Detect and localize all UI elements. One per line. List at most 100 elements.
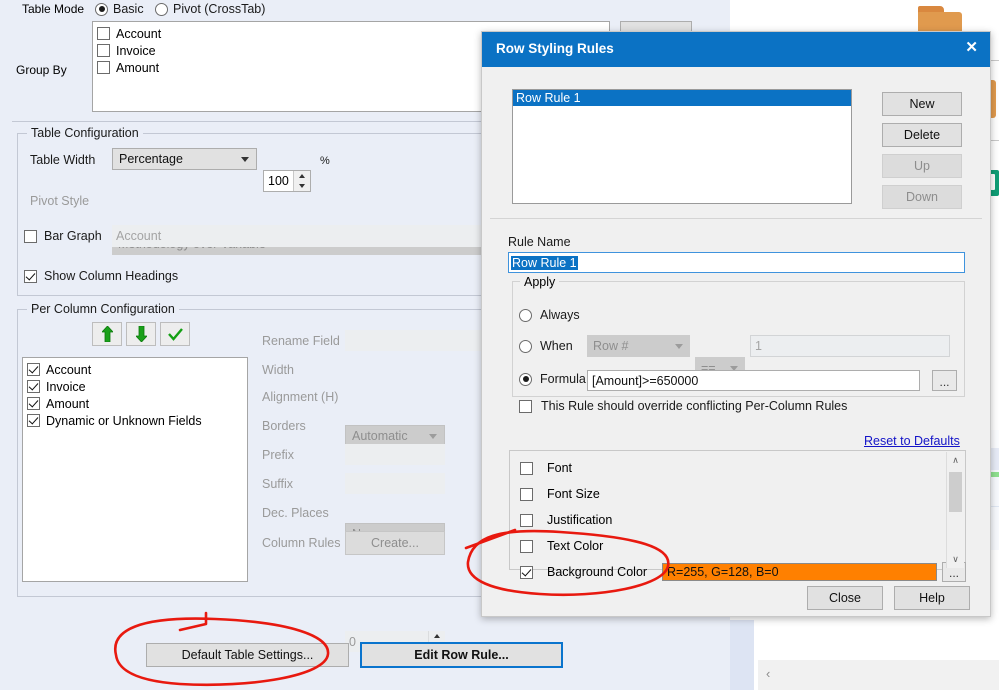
apply-group-title: Apply xyxy=(520,275,560,289)
font-size-checkbox[interactable] xyxy=(520,487,533,501)
suffix-input xyxy=(345,473,445,494)
width-value: Automatic xyxy=(352,428,408,443)
check-all-button[interactable] xyxy=(160,322,190,346)
percent-sign: % xyxy=(320,155,330,167)
create-column-rules-button[interactable]: Create... xyxy=(345,531,445,555)
style-option-font-size[interactable]: Font Size xyxy=(520,485,600,503)
rule-name-value: Row Rule 1 xyxy=(511,255,578,270)
style-option-justification[interactable]: Justification xyxy=(520,511,612,529)
group-by-label: Group By xyxy=(16,63,67,77)
column-account-checkbox[interactable] xyxy=(27,363,40,376)
table-width-value: Percentage xyxy=(119,152,183,166)
rename-field-label: Rename Field xyxy=(262,334,340,348)
formula-browse-button[interactable]: ... xyxy=(932,370,957,391)
background-color-swatch[interactable]: R=255, G=128, B=0 xyxy=(662,563,937,581)
radio-apply-always[interactable]: Always xyxy=(519,308,580,322)
group-by-invoice-checkbox[interactable] xyxy=(97,44,110,57)
delete-rule-button[interactable]: Delete xyxy=(882,123,962,147)
scroll-down-arrow-icon[interactable]: ∨ xyxy=(947,551,964,568)
per-column-listbox[interactable]: Account Invoice Amount Dynamic or Unknow… xyxy=(22,357,248,582)
formula-value: [Amount]>=650000 xyxy=(592,373,699,388)
dec-places-value: 0 xyxy=(349,634,356,649)
group-by-account-checkbox[interactable] xyxy=(97,27,110,40)
scrollbar-thumb[interactable] xyxy=(949,472,962,512)
column-amount-checkbox[interactable] xyxy=(27,397,40,410)
width-select: Automatic xyxy=(345,425,445,446)
list-item[interactable]: Amount xyxy=(23,395,247,412)
rule-name-input[interactable]: Row Rule 1 xyxy=(508,252,965,273)
column-invoice-checkbox[interactable] xyxy=(27,380,40,393)
list-item[interactable]: Account xyxy=(23,361,247,378)
override-rules-checkbox[interactable] xyxy=(519,399,532,413)
radio-table-mode-basic[interactable]: Basic xyxy=(95,2,144,16)
alignment-label: Alignment (H) xyxy=(262,390,339,404)
font-checkbox[interactable] xyxy=(520,461,533,475)
font-label: Font xyxy=(547,461,573,475)
bar-graph-checkbox[interactable] xyxy=(24,229,37,243)
background-color-checkbox[interactable] xyxy=(520,565,533,579)
radio-pivot-label: Pivot (CrossTab) xyxy=(173,2,266,16)
text-color-checkbox[interactable] xyxy=(520,539,533,553)
dialog-title: Row Styling Rules xyxy=(496,41,614,56)
rules-listbox[interactable]: Row Rule 1 xyxy=(512,89,852,204)
style-option-text-color[interactable]: Text Color xyxy=(520,537,603,555)
table-width-label: Table Width xyxy=(30,153,96,167)
close-icon[interactable]: ✕ xyxy=(965,40,978,56)
show-column-headings-label: Show Column Headings xyxy=(44,269,179,283)
stepper-arrows[interactable] xyxy=(293,171,310,191)
default-table-settings-button[interactable]: Default Table Settings... xyxy=(146,643,349,667)
scroll-left-arrow-icon[interactable]: ‹ xyxy=(766,666,780,682)
radio-basic-icon xyxy=(95,2,108,16)
dialog-help-button[interactable]: Help xyxy=(894,586,970,610)
rule-list-item[interactable]: Row Rule 1 xyxy=(513,90,851,106)
borders-label: Borders xyxy=(262,419,306,433)
move-rule-up-label: Up xyxy=(914,159,930,173)
move-rule-down-button[interactable]: Down xyxy=(882,185,962,209)
table-configuration-title: Table Configuration xyxy=(27,126,143,140)
override-rules-row[interactable]: This Rule should override conflicting Pe… xyxy=(519,399,847,413)
radio-formula-icon xyxy=(519,372,532,386)
edit-row-rule-button[interactable]: Edit Row Rule... xyxy=(360,642,563,668)
show-column-headings-checkbox[interactable] xyxy=(24,269,37,283)
reset-to-defaults-link[interactable]: Reset to Defaults xyxy=(864,434,960,448)
dialog-close-label: Close xyxy=(829,591,861,605)
formula-input[interactable]: [Amount]>=650000 xyxy=(587,370,920,391)
list-item[interactable]: Invoice xyxy=(23,378,247,395)
chevron-down-icon xyxy=(675,344,683,349)
column-invoice-label: Invoice xyxy=(46,379,86,394)
radio-apply-formula[interactable]: Formula xyxy=(519,372,586,386)
table-width-number-stepper[interactable]: 100 xyxy=(263,170,311,192)
list-item[interactable]: Dynamic or Unknown Fields xyxy=(23,412,247,429)
column-dynamic-checkbox[interactable] xyxy=(27,414,40,427)
rule-name-label: Rule Name xyxy=(508,235,571,249)
style-option-font[interactable]: Font xyxy=(520,459,572,477)
style-options-scrollbar[interactable]: ∧ ∨ xyxy=(946,452,964,568)
column-account-label: Account xyxy=(46,362,92,377)
horizontal-scrollbar[interactable] xyxy=(758,660,999,690)
move-down-button[interactable] xyxy=(126,322,156,346)
show-column-headings-row[interactable]: Show Column Headings xyxy=(24,269,178,283)
chevron-down-icon xyxy=(241,157,249,162)
move-rule-up-button[interactable]: Up xyxy=(882,154,962,178)
new-rule-label: New xyxy=(909,97,935,111)
group-by-invoice-label: Invoice xyxy=(116,43,156,58)
table-width-number-value: 100 xyxy=(268,174,289,188)
scroll-up-arrow-icon[interactable]: ∧ xyxy=(947,452,964,469)
dialog-close-button[interactable]: Close xyxy=(807,586,883,610)
pivot-style-label: Pivot Style xyxy=(30,194,90,208)
move-rule-down-label: Down xyxy=(906,190,938,204)
radio-always-label: Always xyxy=(540,308,580,322)
style-options-panel: Font Font Size Justification Text Color … xyxy=(509,450,966,582)
radio-apply-when[interactable]: When xyxy=(519,339,573,353)
background-color-label: Background Color xyxy=(547,565,648,579)
radio-table-mode-pivot[interactable]: Pivot (CrossTab) xyxy=(155,2,265,16)
table-width-select[interactable]: Percentage xyxy=(112,148,257,170)
radio-always-icon xyxy=(519,308,532,322)
new-rule-button[interactable]: New xyxy=(882,92,962,116)
style-option-background-color[interactable]: Background Color xyxy=(520,563,647,581)
move-up-button[interactable] xyxy=(92,322,122,346)
table-mode-label: Table Mode xyxy=(22,2,85,16)
group-by-amount-checkbox[interactable] xyxy=(97,61,110,74)
bar-graph-checkbox-row[interactable]: Bar Graph xyxy=(24,229,102,243)
justification-checkbox[interactable] xyxy=(520,513,533,527)
